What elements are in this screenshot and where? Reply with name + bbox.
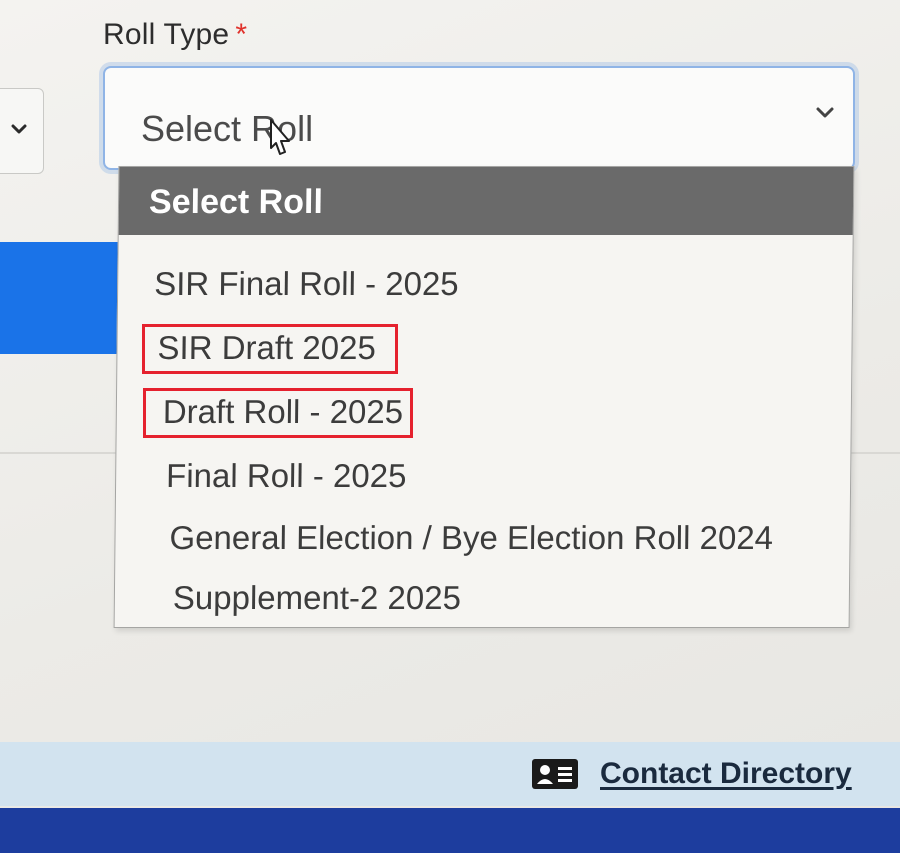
highlight-box-draft-roll [143, 388, 413, 438]
chevron-down-icon [11, 124, 27, 134]
contact-directory-link[interactable]: Contact Directory [532, 752, 852, 796]
primary-button-partial[interactable] [0, 242, 120, 354]
dropdown-header-label: Select Roll [148, 183, 324, 221]
highlight-box-sir-draft [142, 324, 398, 374]
dropdown-option-sir-final-roll[interactable]: SIR Final Roll - 2025 [154, 265, 459, 303]
roll-type-select[interactable]: Select Roll [103, 66, 855, 170]
dropdown-option-placeholder[interactable]: Select Roll [118, 167, 854, 235]
mouse-cursor-icon [270, 119, 290, 155]
roll-type-label-text: Roll Type [103, 18, 230, 51]
roll-type-label: Roll Type * [103, 18, 247, 52]
required-marker: * [235, 18, 248, 51]
left-select-partial[interactable] [0, 88, 44, 174]
bottom-nav-bar [0, 808, 900, 853]
chevron-down-icon [816, 107, 834, 118]
dropdown-option-supplement-2[interactable]: Supplement-2 2025 [173, 579, 461, 617]
dropdown-option-final-roll[interactable]: Final Roll - 2025 [166, 457, 407, 495]
contact-card-icon [532, 759, 578, 789]
dropdown-option-general-election-roll[interactable]: General Election / Bye Election Roll 202… [169, 519, 773, 557]
contact-directory-label: Contact Directory [600, 757, 852, 790]
